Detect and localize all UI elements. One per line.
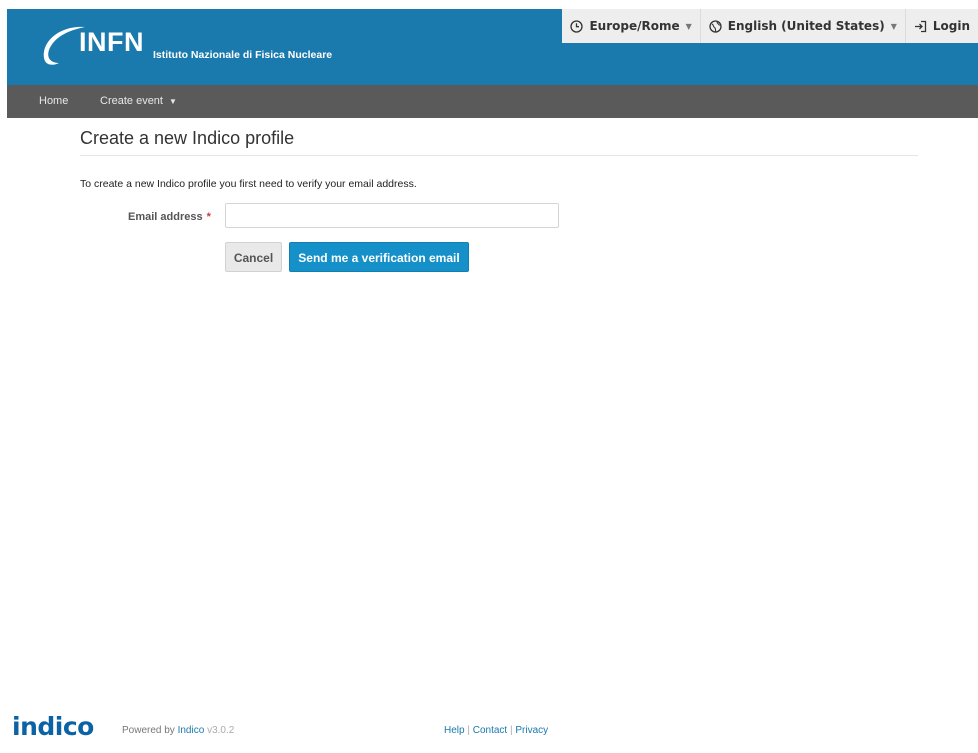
page-footer: indico Powered by Indico v3.0.2 Help | C…	[0, 712, 978, 752]
login-button[interactable]: Login	[904, 9, 978, 43]
email-field[interactable]	[225, 203, 559, 228]
caret-down-icon: ▼	[169, 97, 177, 106]
separator: |	[467, 725, 470, 736]
nav-home[interactable]: Home	[39, 85, 68, 118]
timezone-label: Europe/Rome	[589, 19, 680, 33]
chevron-down-icon: ▼	[890, 21, 897, 31]
site-header: INFN Istituto Nazionale di Fisica Nuclea…	[7, 9, 978, 85]
timezone-selector[interactable]: Europe/Rome ▼	[562, 9, 699, 43]
required-asterisk: *	[206, 211, 211, 223]
clock-icon	[570, 19, 584, 33]
help-link[interactable]: Help	[444, 725, 465, 736]
login-label: Login	[932, 19, 970, 33]
separator: |	[510, 725, 513, 736]
powered-by: Powered by Indico v3.0.2	[122, 725, 234, 736]
infn-logo[interactable]: INFN	[37, 23, 167, 67]
page-title: Create a new Indico profile	[80, 128, 918, 156]
header-toolbar: Europe/Rome ▼ English (United States) ▼ …	[562, 9, 978, 43]
nav-create-event[interactable]: Create event ▼	[100, 85, 177, 118]
indico-logo[interactable]: indico	[12, 712, 94, 741]
powered-prefix: Powered by	[122, 725, 175, 736]
email-label: Email address *	[128, 211, 211, 223]
intro-text: To create a new Indico profile you first…	[80, 178, 417, 190]
org-name: Istituto Nazionale di Fisica Nucleare	[153, 49, 333, 61]
email-label-text: Email address	[128, 211, 203, 223]
chevron-down-icon: ▼	[685, 21, 692, 31]
privacy-link[interactable]: Privacy	[515, 725, 548, 736]
cancel-button[interactable]: Cancel	[225, 242, 282, 272]
send-verification-button[interactable]: Send me a verification email	[289, 242, 469, 272]
logo-text: INFN	[79, 27, 144, 57]
nav-create-event-label: Create event	[100, 95, 163, 107]
version-text: v3.0.2	[207, 725, 235, 736]
main-content: Create a new Indico profile To create a …	[80, 128, 918, 272]
login-icon	[914, 20, 927, 33]
main-navbar: Home Create event ▼	[7, 85, 978, 118]
language-label: English (United States)	[727, 19, 885, 33]
contact-link[interactable]: Contact	[473, 725, 507, 736]
footer-links: Help | Contact | Privacy	[444, 725, 548, 736]
language-selector[interactable]: English (United States) ▼	[699, 9, 905, 43]
globe-icon	[709, 19, 722, 33]
indico-link[interactable]: Indico	[178, 725, 205, 736]
